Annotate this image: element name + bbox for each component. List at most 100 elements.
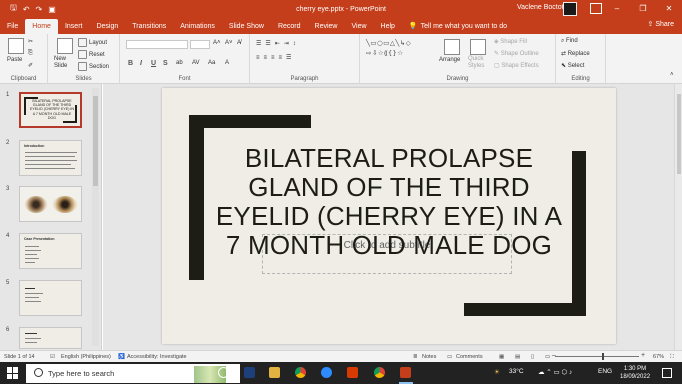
tab-design[interactable]: Design [89, 19, 125, 34]
tab-transitions[interactable]: Transitions [125, 19, 173, 34]
windows-start-icon[interactable] [7, 367, 19, 379]
slide-canvas[interactable]: Click to add subtitle BILATERAL PROLAPSE… [162, 88, 616, 344]
bold-button[interactable]: B [128, 60, 133, 67]
format-painter-icon[interactable]: ✐ [28, 62, 33, 69]
undo-icon[interactable]: ↶ [23, 5, 30, 14]
zoom-app-icon[interactable] [321, 367, 332, 378]
task-view-icon[interactable] [218, 367, 229, 378]
collapse-ribbon-icon[interactable]: ˄ [670, 72, 674, 78]
share-button[interactable]: ⇪ Share [647, 20, 674, 28]
notification-icon[interactable] [662, 368, 672, 378]
tab-slide-show[interactable]: Slide Show [222, 19, 271, 34]
slide-thumbnail-5[interactable] [19, 280, 82, 316]
slide-thumbnail-2[interactable]: Introduction [19, 140, 82, 176]
copy-icon[interactable]: ⎘ [28, 50, 33, 57]
tab-help[interactable]: Help [374, 19, 402, 34]
weather-temperature[interactable]: 33°C [509, 368, 524, 375]
weather-icon[interactable]: ☀ [494, 368, 500, 376]
normal-view-icon[interactable]: ▦ [499, 354, 504, 360]
quick-styles-button[interactable]: Quick Styles [468, 56, 490, 70]
taskbar-clock[interactable]: 1:30 PM 18/09/2022 [620, 365, 650, 381]
office-icon[interactable] [347, 367, 358, 378]
zoom-level[interactable]: 67% [653, 354, 664, 360]
reset-button[interactable]: Reset [78, 50, 105, 59]
decrease-font-icon[interactable]: A˅ [225, 40, 233, 46]
thumbnail-scrollbar[interactable] [92, 88, 99, 346]
shape-outline-button[interactable]: ✎ Shape Outline [494, 50, 539, 57]
slide-title[interactable]: BILATERAL PROLAPSE GLAND OF THE THIRD EY… [214, 144, 564, 260]
notes-button[interactable]: Notes [422, 354, 436, 360]
ribbon-display-options-icon[interactable] [590, 3, 602, 14]
save-icon[interactable]: 🖫 [10, 2, 17, 16]
tab-view[interactable]: View [344, 19, 373, 34]
chrome-profile-icon[interactable] [374, 367, 385, 378]
arrange-button[interactable]: Arrange [439, 57, 460, 63]
maximize-icon[interactable]: ❒ [630, 0, 656, 18]
zoom-slider[interactable] [555, 356, 639, 357]
user-name[interactable]: Vaclene Boctot [517, 4, 564, 11]
new-slide-icon[interactable] [57, 38, 73, 54]
tab-animations[interactable]: Animations [173, 19, 222, 34]
thumbnail-scroll-thumb[interactable] [93, 96, 98, 186]
select-button[interactable]: ⬉ Select [561, 62, 584, 69]
italic-button[interactable]: I [140, 60, 142, 67]
shape-fill-button[interactable]: ◈ Shape Fill [494, 38, 527, 45]
cut-icon[interactable]: ✂ [28, 38, 33, 45]
font-size-dropdown[interactable] [190, 40, 210, 49]
underline-button[interactable]: U [151, 60, 156, 67]
zoom-slider-thumb[interactable] [602, 353, 604, 360]
font-name-dropdown[interactable] [126, 40, 188, 49]
slideshow-view-icon[interactable]: ▭ [545, 354, 550, 360]
app-icon[interactable] [244, 367, 255, 378]
section-button[interactable]: Section [78, 62, 109, 71]
strikethrough-button[interactable]: S [163, 60, 168, 67]
chrome-icon[interactable] [295, 367, 306, 378]
shapes-gallery[interactable]: ╲▭○▭△╲↳◇ ⇨⇩☆⸨{}☆ [366, 38, 436, 70]
tab-review[interactable]: Review [308, 19, 345, 34]
tab-file[interactable]: File [0, 19, 25, 34]
language-indicator[interactable]: English (Philippines) [61, 354, 111, 360]
comments-icon[interactable]: ▭ [447, 354, 452, 360]
taskbar-search[interactable]: Type here to search [26, 364, 240, 383]
new-slide-button[interactable]: New Slide [54, 56, 76, 70]
replace-button[interactable]: ⇄ Replace [561, 50, 590, 57]
file-explorer-icon[interactable] [269, 367, 280, 378]
paste-icon[interactable] [8, 38, 24, 54]
comments-button[interactable]: Comments [456, 354, 483, 360]
spellcheck-icon[interactable]: ☑ [50, 354, 55, 360]
tab-record[interactable]: Record [271, 19, 308, 34]
slide-sorter-icon[interactable]: ▤ [515, 354, 520, 360]
zoom-in-icon[interactable]: + [641, 352, 645, 359]
arrange-icon[interactable] [444, 39, 460, 55]
input-language[interactable]: ENG [598, 368, 612, 375]
slide-thumbnail-3[interactable] [19, 186, 82, 222]
close-icon[interactable]: ✕ [656, 0, 682, 18]
shape-effects-button[interactable]: ▢ Shape Effects [494, 62, 539, 69]
accessibility-icon[interactable]: ♿ [118, 354, 125, 360]
slide-thumbnail-1[interactable]: BILATERAL PROLAPSE GLAND OF THE THIRD EY… [19, 92, 82, 128]
avatar[interactable] [563, 2, 577, 16]
fit-slide-icon[interactable]: ⛶ [670, 354, 674, 361]
tab-home[interactable]: Home [25, 19, 58, 34]
present-icon[interactable]: ▣ [48, 5, 56, 14]
editor-scrollbar[interactable] [674, 84, 682, 350]
align-buttons[interactable]: ≡≡≡≡☰ [256, 54, 295, 61]
powerpoint-icon[interactable] [400, 367, 411, 378]
slide-thumbnail-6[interactable] [19, 327, 82, 349]
system-tray-icons[interactable]: ☁ ⌃ ▭ ⬡ ♪ [538, 368, 572, 376]
accessibility-status[interactable]: Accessibility: Investigate [127, 354, 187, 360]
clear-format-icon[interactable]: A̸ [237, 40, 241, 46]
paste-label[interactable]: Paste [7, 57, 22, 63]
change-case-icon[interactable]: Aa [208, 60, 215, 66]
layout-button[interactable]: Layout [78, 38, 107, 47]
list-buttons[interactable]: ☰☰⇤⇥↕ [256, 40, 300, 47]
tell-me-search[interactable]: 💡 Tell me what you want to do [402, 19, 514, 34]
shadow-icon[interactable]: ab [176, 60, 183, 66]
increase-font-icon[interactable]: A˄ [213, 40, 221, 46]
font-color-icon[interactable]: A [225, 60, 229, 66]
editor-scroll-thumb[interactable] [677, 94, 681, 174]
minimize-icon[interactable]: – [604, 0, 630, 18]
tab-insert[interactable]: Insert [58, 19, 90, 34]
redo-icon[interactable]: ↷ [36, 5, 43, 14]
slide-thumbnail-4[interactable]: Case Presentation [19, 233, 82, 269]
